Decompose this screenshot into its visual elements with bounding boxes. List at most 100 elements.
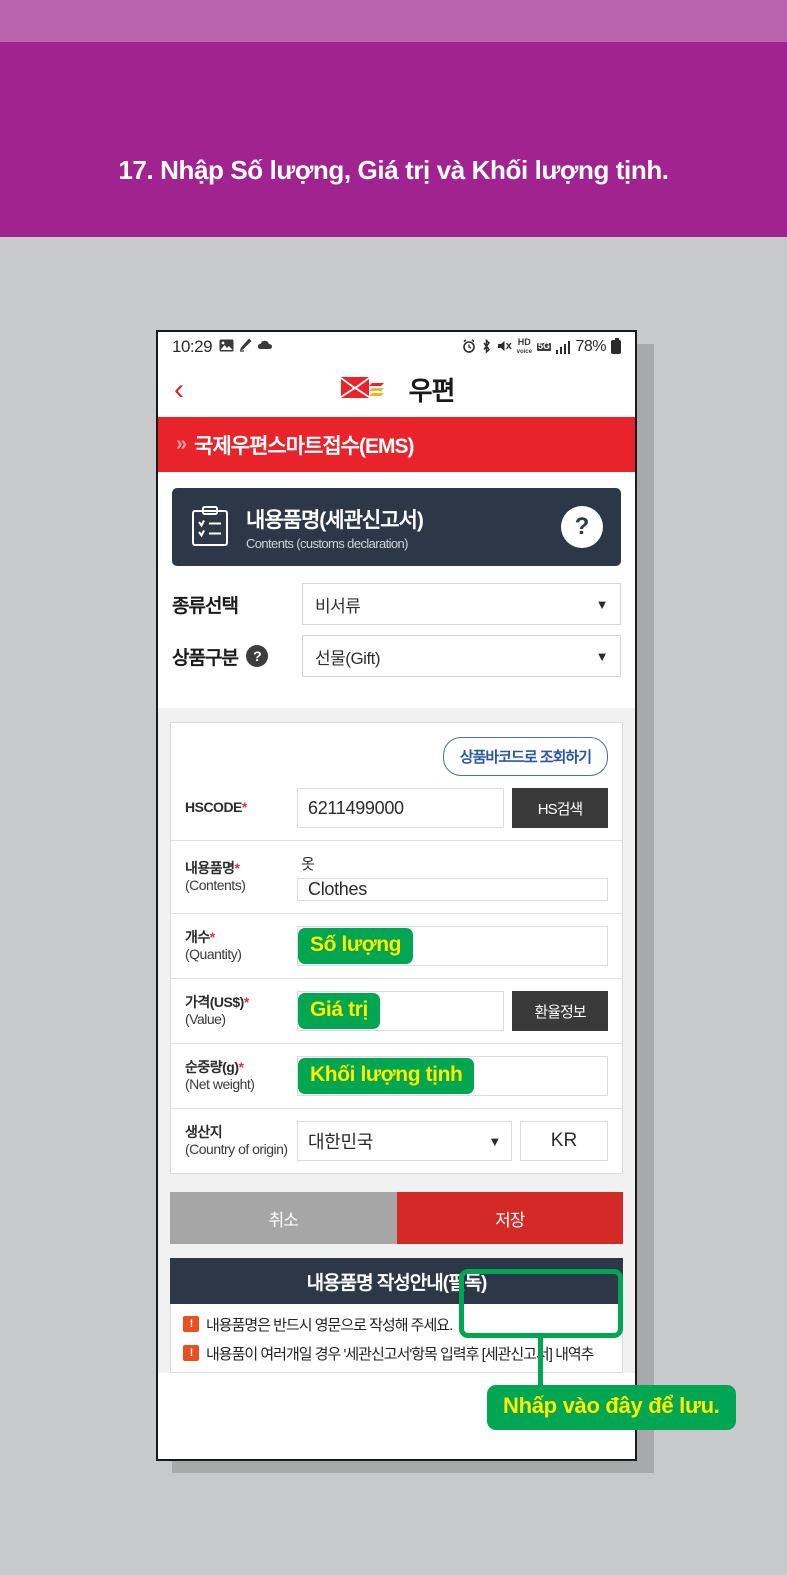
label-value-ko: 가격(US$)	[185, 993, 244, 1010]
form-row-hscode: HSCODE* 6211499000 HS검색	[171, 786, 622, 840]
battery-percent: 78%	[575, 338, 606, 355]
type-dropdown-value: 비서류	[315, 596, 361, 616]
notice-body: ! 내용품명은 반드시 영문으로 작성해 주세요. ! 내용품이 여러개일 경우…	[170, 1304, 623, 1373]
label-hscode: HSCODE*	[185, 799, 297, 817]
required-marker: *	[243, 993, 249, 1010]
cancel-button[interactable]: 취소	[170, 1192, 397, 1244]
save-button[interactable]: 저장	[396, 1192, 623, 1244]
select-label-category: 상품구분 ?	[172, 643, 302, 670]
chevron-down-icon: ▼	[595, 596, 609, 612]
exchange-rate-button[interactable]: 환율정보	[512, 991, 608, 1031]
select-area: 종류선택 비서류 ▼ 상품구분 ? 선물(Gift) ▼	[158, 576, 635, 708]
chevron-down-icon: ▼	[595, 648, 609, 664]
mute-icon	[497, 339, 512, 355]
form-inner: 상품바코드로 조회하기 HSCODE* 6211499000 HS검색 내용품명…	[170, 722, 623, 1174]
label-quantity-ko: 개수	[185, 928, 210, 945]
control-origin: 대한민국 ▼ KR	[297, 1121, 608, 1161]
contents-section-header: 내용품명(세관신고서) Contents (customs declaratio…	[172, 488, 621, 566]
label-hscode-ko: HSCODE	[185, 799, 242, 816]
label-contents: 내용품명* (Contents)	[185, 860, 297, 895]
annotation-chip-netweight: Khối lượng tịnh	[298, 1058, 475, 1094]
label-origin-en: (Country of origin)	[185, 1141, 288, 1157]
category-dropdown[interactable]: 선물(Gift) ▼	[302, 635, 621, 677]
brand-text: 우편	[408, 376, 456, 406]
form-row-netweight: 순중량(g)* (Net weight) Khối lượng tịnh	[171, 1043, 622, 1108]
form-panel: 상품바코드로 조회하기 HSCODE* 6211499000 HS검색 내용품명…	[158, 708, 635, 1192]
required-marker: *	[241, 799, 247, 816]
required-marker: *	[209, 928, 215, 945]
label-netweight-ko: 순중량(g)	[185, 1058, 239, 1075]
form-row-contents: 내용품명* (Contents) 옷 Clothes	[171, 840, 622, 913]
hd-voice-icon: HD voice	[516, 337, 532, 355]
status-time: 10:29	[172, 337, 213, 356]
cloud-icon	[257, 339, 273, 355]
ems-title: 국제우편스마트접수(EMS)	[194, 434, 414, 458]
notice-heading: 내용품명 작성안내(필독)	[170, 1258, 623, 1304]
control-contents: 옷 Clothes	[297, 853, 608, 901]
select-label-type-text: 종류선택	[172, 595, 239, 617]
label-netweight-en: (Net weight)	[185, 1076, 255, 1092]
signal-bars-icon	[555, 340, 571, 354]
section-title-ko: 내용품명(세관신고서)	[246, 508, 424, 532]
label-value-en: (Value)	[185, 1011, 226, 1027]
notice-line: ! 내용품명은 반드시 영문으로 작성해 주세요.	[183, 1314, 610, 1335]
section-title-en: Contents (customs declaration)	[246, 535, 409, 551]
warning-icon: !	[183, 1316, 199, 1332]
form-row-origin: 생산지 (Country of origin) 대한민국 ▼ KR	[171, 1108, 622, 1173]
action-buttons: 취소 저장	[158, 1192, 635, 1258]
page-root: 17. Nhập Số lượng, Giá trị và Khối lượng…	[0, 0, 787, 1575]
bluetooth-icon	[481, 338, 492, 356]
korea-post-logo-icon	[339, 374, 401, 406]
notice-line-text: 내용품명은 반드시 영문으로 작성해 주세요.	[206, 1317, 453, 1334]
page-title: 17. Nhập Số lượng, Giá trị và Khối lượng…	[118, 155, 669, 185]
contents-input[interactable]: Clothes	[297, 878, 608, 901]
photo-icon	[219, 339, 234, 356]
netweight-input[interactable]: Khối lượng tịnh	[297, 1056, 608, 1096]
status-left-icons	[219, 338, 273, 356]
status-bar: 10:29 HD voice 5G 78%	[158, 332, 635, 362]
notice-line-text: 내용품이 여러개일 경우 '세관신고서'항목 입력후 [세관신고서] 내역추	[206, 1346, 594, 1363]
control-netweight: Khối lượng tịnh	[297, 1056, 608, 1096]
callout-tooltip: Nhấp vào đây để lưu.	[487, 1385, 736, 1430]
chevron-double-right-icon: »	[176, 433, 187, 455]
back-button[interactable]: ‹	[174, 374, 184, 405]
notice-line: ! 내용품이 여러개일 경우 '세관신고서'항목 입력후 [세관신고서] 내역추	[183, 1343, 610, 1364]
banner-light-strip	[0, 0, 787, 42]
control-value: Giá trị 환율정보	[297, 991, 608, 1031]
category-help-icon[interactable]: ?	[245, 645, 268, 667]
label-value: 가격(US$)* (Value)	[185, 994, 297, 1029]
barcode-lookup-button[interactable]: 상품바코드로 조회하기	[442, 737, 608, 776]
annotation-chip-quantity: Số lượng	[298, 928, 414, 964]
barcode-row: 상품바코드로 조회하기	[171, 723, 622, 786]
label-contents-ko: 내용품명	[185, 859, 235, 876]
origin-dropdown-value: 대한민국	[308, 1132, 374, 1152]
control-quantity: Số lượng	[297, 926, 608, 966]
battery-icon	[611, 338, 621, 354]
value-input[interactable]: Giá trị	[297, 991, 504, 1031]
label-netweight: 순중량(g)* (Net weight)	[185, 1059, 297, 1094]
alarm-icon	[462, 339, 476, 355]
clipboard-checklist-icon	[190, 505, 230, 549]
category-dropdown-value: 선물(Gift)	[315, 648, 381, 668]
help-button[interactable]: ?	[561, 506, 603, 548]
label-quantity: 개수* (Quantity)	[185, 929, 297, 964]
banner-dark-strip	[0, 42, 787, 237]
label-quantity-en: (Quantity)	[185, 946, 242, 962]
origin-code-field[interactable]: KR	[520, 1121, 608, 1161]
5g-icon: 5G	[536, 341, 551, 352]
form-row-value: 가격(US$)* (Value) Giá trị 환율정보	[171, 978, 622, 1043]
select-row-type: 종류선택 비서류 ▼	[172, 582, 621, 626]
hs-search-button[interactable]: HS검색	[512, 788, 608, 828]
section-card-wrap: 내용품명(세관신고서) Contents (customs declaratio…	[158, 472, 635, 576]
notice-section: 내용품명 작성안내(필독) ! 내용품명은 반드시 영문으로 작성해 주세요. …	[158, 1258, 635, 1373]
edit-icon	[239, 338, 252, 356]
origin-dropdown[interactable]: 대한민국 ▼	[297, 1121, 512, 1161]
quantity-input[interactable]: Số lượng	[297, 926, 608, 966]
required-marker: *	[238, 1058, 244, 1075]
chevron-down-icon: ▼	[488, 1133, 501, 1149]
app-title-bar: ‹ 우편	[158, 362, 635, 417]
select-label-category-text: 상품구분	[172, 647, 239, 669]
select-label-type: 종류선택	[172, 591, 302, 618]
type-dropdown[interactable]: 비서류 ▼	[302, 583, 621, 625]
hscode-input[interactable]: 6211499000	[297, 788, 504, 828]
